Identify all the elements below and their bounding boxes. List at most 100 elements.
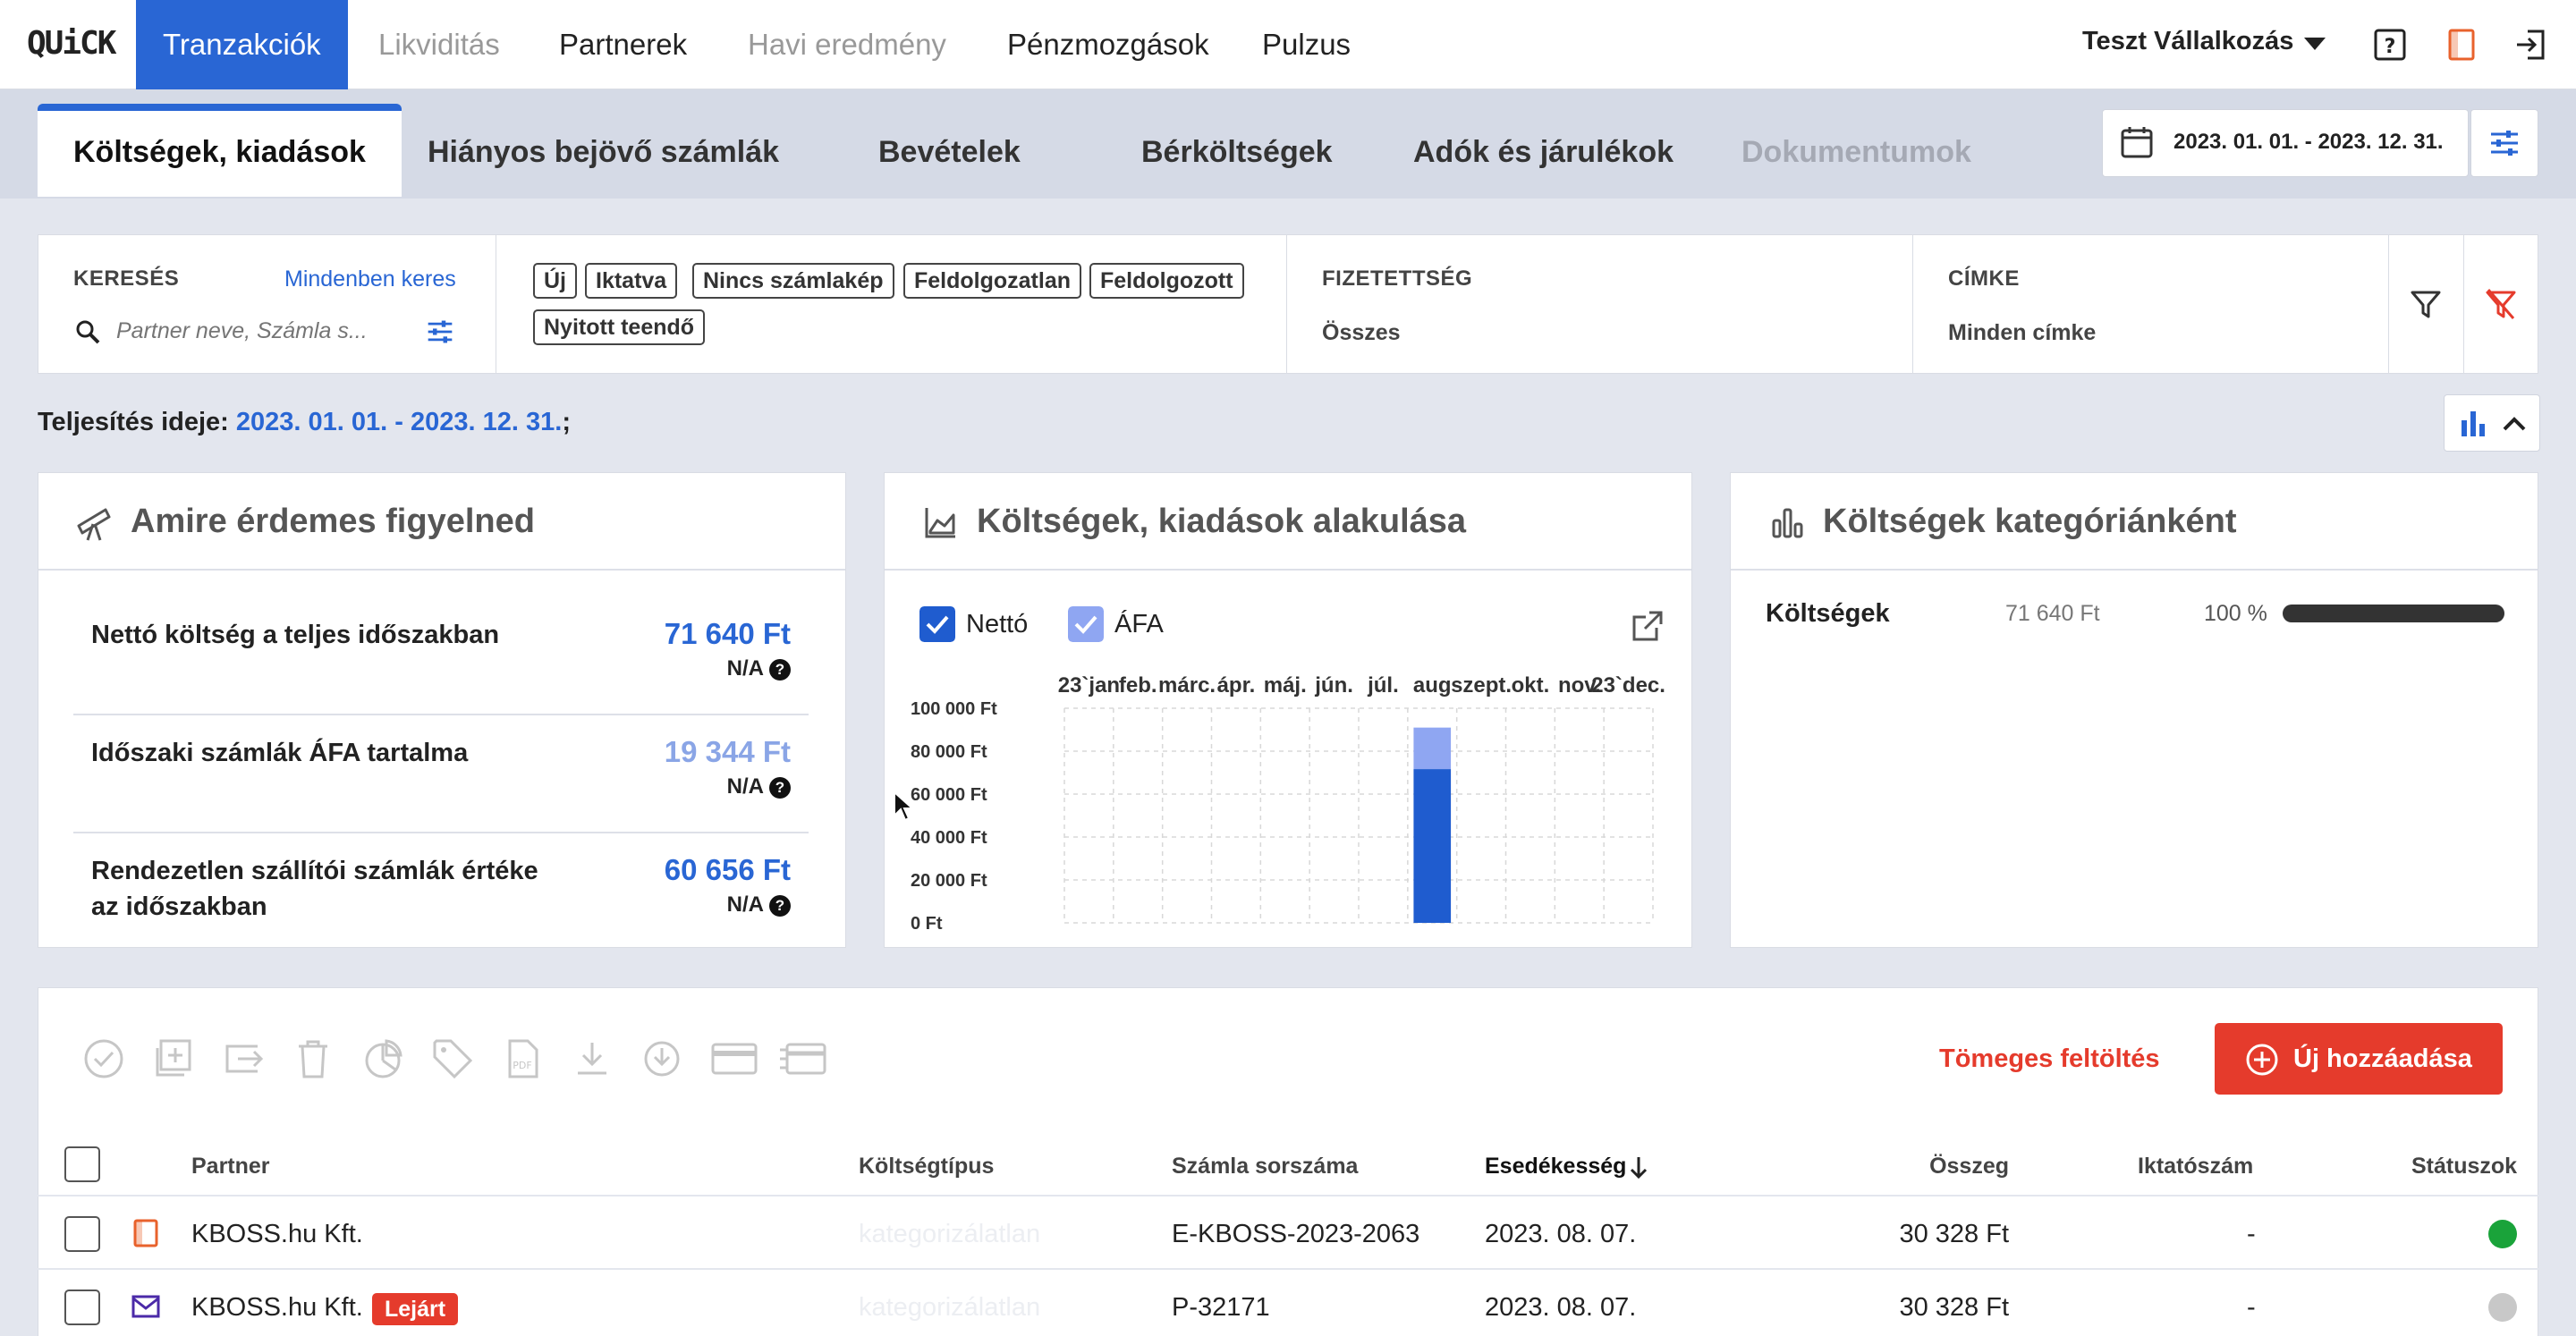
tab-dokumentumok[interactable]: Dokumentumok bbox=[1741, 104, 1971, 197]
caret-down-icon[interactable] bbox=[2304, 38, 2326, 50]
tab-bevetelek[interactable]: Bevételek bbox=[878, 104, 1021, 197]
invoice-number: E-KBOSS-2023-2063 bbox=[1172, 1220, 1420, 1248]
afa-checkbox[interactable] bbox=[1068, 606, 1104, 642]
metric-note: N/A? bbox=[683, 774, 791, 799]
app-logo[interactable]: QUiCK bbox=[27, 25, 116, 62]
chip-feldolgozott[interactable]: Feldolgozott bbox=[1089, 263, 1244, 299]
col-iktatoszam[interactable]: Iktatószám bbox=[2138, 1154, 2253, 1180]
move-icon[interactable] bbox=[222, 1037, 265, 1080]
metric-value: 60 656 Ft bbox=[664, 853, 791, 886]
payment-select[interactable]: Összes bbox=[1322, 320, 1401, 346]
nav-pulzus[interactable]: Pulzus bbox=[1262, 0, 1351, 89]
filter-divider bbox=[2388, 234, 2389, 374]
tab-adok[interactable]: Adók és járulékok bbox=[1413, 104, 1674, 197]
x-tick-label: jún. bbox=[1314, 673, 1353, 698]
document-icon[interactable] bbox=[2444, 27, 2479, 63]
metric-label: Időszaki számlák ÁFA tartalma bbox=[91, 739, 469, 767]
col-partner[interactable]: Partner bbox=[191, 1154, 270, 1180]
search-options-icon[interactable] bbox=[426, 317, 454, 346]
card-icon[interactable] bbox=[710, 1037, 758, 1080]
tab-hianyos-szamlak[interactable]: Hiányos bejövő számlák bbox=[428, 104, 779, 197]
tab-koltsegek[interactable]: Költségek, kiadások bbox=[38, 104, 402, 197]
col-szamla-sorszama[interactable]: Számla sorszáma bbox=[1172, 1154, 1358, 1180]
nav-penzmozgasok[interactable]: Pénzmozgások bbox=[1007, 0, 1209, 89]
pie-icon[interactable] bbox=[361, 1037, 404, 1080]
search-input[interactable] bbox=[116, 313, 376, 349]
partner-name[interactable]: KBOSS.hu Kft. bbox=[191, 1293, 363, 1323]
open-external-icon[interactable] bbox=[1630, 608, 1665, 644]
row-checkbox[interactable] bbox=[64, 1289, 100, 1325]
bulk-upload-button[interactable]: Tömeges feltöltés bbox=[1939, 1044, 2160, 1074]
sync-icon[interactable] bbox=[640, 1037, 683, 1080]
search-everywhere-link[interactable]: Mindenben keres bbox=[284, 266, 456, 292]
tab-berkoltsegek[interactable]: Bérköltségek bbox=[1141, 104, 1333, 197]
plus-circle-icon[interactable] bbox=[2245, 1043, 2279, 1077]
chip-iktatva[interactable]: Iktatva bbox=[585, 263, 678, 299]
col-statuszok[interactable]: Státuszok bbox=[2411, 1154, 2517, 1180]
search-label: KERESÉS bbox=[73, 266, 180, 291]
payment-icon[interactable] bbox=[778, 1037, 828, 1080]
filter-divider bbox=[2463, 234, 2464, 374]
overdue-badge: Lejárt bbox=[372, 1293, 459, 1325]
mail-icon bbox=[131, 1295, 160, 1318]
metric-divider bbox=[73, 714, 809, 715]
row-checkbox[interactable] bbox=[64, 1216, 100, 1252]
cost-type[interactable]: kategorizálatlan bbox=[859, 1220, 1040, 1249]
netto-checkbox[interactable] bbox=[919, 606, 955, 642]
col-esedekesseg[interactable]: Esedékesség bbox=[1485, 1154, 1626, 1180]
nav-tranzakciok[interactable]: Tranzakciók bbox=[136, 0, 348, 89]
partner-name[interactable]: KBOSS.hu Kft. bbox=[191, 1220, 363, 1249]
help-icon[interactable]: ? bbox=[769, 658, 791, 681]
help-icon[interactable]: ? bbox=[769, 776, 791, 799]
category-progress-fill bbox=[2283, 605, 2504, 622]
period-value[interactable]: 2023. 01. 01. - 2023. 12. 31. bbox=[236, 408, 562, 436]
col-koltsegtipus[interactable]: Költségtípus bbox=[859, 1154, 994, 1180]
category-name[interactable]: Költségek bbox=[1766, 599, 1890, 629]
status-dot bbox=[2488, 1293, 2517, 1322]
logout-icon[interactable] bbox=[2513, 27, 2549, 63]
trash-icon[interactable] bbox=[292, 1037, 335, 1080]
arrow-down-icon[interactable] bbox=[1626, 1154, 1651, 1180]
metric-note-text: N/A bbox=[726, 892, 764, 917]
help-icon[interactable]: ? bbox=[769, 894, 791, 917]
tag-select[interactable]: Minden címke bbox=[1948, 320, 2096, 346]
y-tick-label: 40 000 Ft bbox=[911, 828, 987, 848]
date-range-text[interactable]: 2023. 01. 01. - 2023. 12. 31. bbox=[2174, 130, 2444, 155]
add-box-icon[interactable] bbox=[152, 1037, 195, 1080]
tag-icon[interactable] bbox=[431, 1037, 474, 1080]
category-amount: 71 640 Ft bbox=[2005, 601, 2100, 626]
chevron-up-icon[interactable] bbox=[2501, 411, 2528, 436]
company-selector[interactable]: Teszt Vállalkozás bbox=[2082, 27, 2293, 56]
status-dot bbox=[2488, 1220, 2517, 1248]
chip-nyitott-teendo[interactable]: Nyitott teendő bbox=[533, 309, 706, 345]
pdf-icon[interactable]: PDF bbox=[501, 1037, 544, 1080]
y-tick-label: 80 000 Ft bbox=[911, 742, 987, 762]
cost-type[interactable]: kategorizálatlan bbox=[859, 1293, 1040, 1323]
nav-partnerek[interactable]: Partnerek bbox=[559, 0, 687, 89]
filter-clear-icon[interactable] bbox=[2485, 288, 2517, 320]
chip-feldolgozatlan[interactable]: Feldolgozatlan bbox=[903, 263, 1081, 299]
x-tick-label: szept. bbox=[1451, 673, 1512, 698]
filter-icon[interactable] bbox=[2410, 288, 2442, 320]
download-icon[interactable] bbox=[571, 1037, 614, 1080]
add-new-label[interactable]: Új hozzáadása bbox=[2293, 1044, 2472, 1074]
nav-havi-eredmeny[interactable]: Havi eredmény bbox=[748, 0, 946, 89]
x-tick-label: okt. bbox=[1512, 673, 1550, 698]
bar-chart-icon[interactable] bbox=[2458, 408, 2488, 438]
period-line: Teljesítés ideje: 2023. 01. 01. - 2023. … bbox=[38, 408, 571, 437]
metric-label: Rendezetlen szállítói számlák értéke az … bbox=[91, 857, 538, 921]
metric-value: 71 640 Ft bbox=[664, 617, 791, 650]
metric-note-text: N/A bbox=[726, 774, 764, 799]
metric-note-text: N/A bbox=[726, 656, 764, 681]
x-tick-label: aug bbox=[1413, 673, 1452, 698]
col-osszeg[interactable]: Összeg bbox=[1887, 1154, 2009, 1180]
select-all-checkbox[interactable] bbox=[64, 1146, 100, 1182]
chip-nincs-szamlakep[interactable]: Nincs számlakép bbox=[692, 263, 894, 299]
sliders-icon[interactable] bbox=[2488, 127, 2521, 159]
check-circle-icon[interactable] bbox=[82, 1037, 125, 1080]
chip-uj[interactable]: Új bbox=[533, 263, 577, 299]
nav-likviditas[interactable]: Likviditás bbox=[378, 0, 500, 89]
metric-label: Nettó költség a teljes időszakban bbox=[91, 621, 500, 649]
area-chart-icon bbox=[925, 508, 955, 538]
help-icon[interactable]: ? bbox=[2372, 27, 2408, 63]
